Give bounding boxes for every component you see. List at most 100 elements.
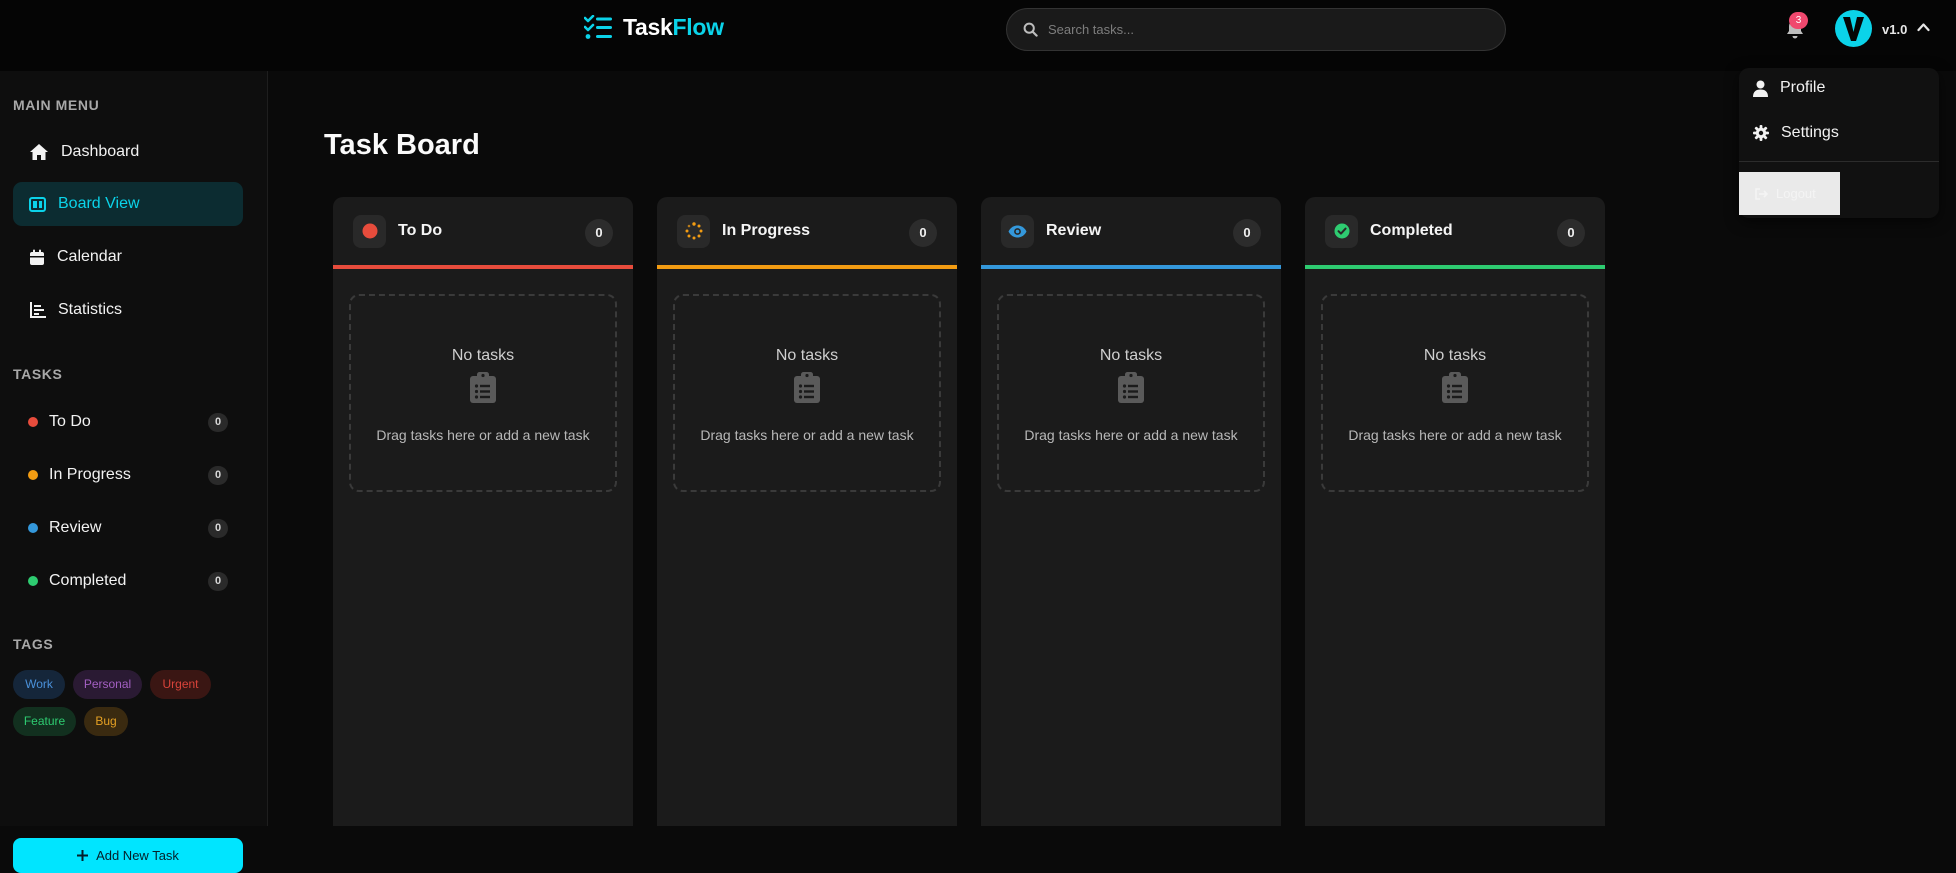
drop-zone[interactable]: No tasks Drag tasks here or add a new ta… <box>349 294 617 492</box>
notification-badge: 3 <box>1789 12 1808 29</box>
add-new-task-button[interactable]: Add New Task <box>13 838 243 873</box>
empty-subtitle: Drag tasks here or add a new task <box>700 427 914 443</box>
menu-item-settings[interactable]: Settings <box>1753 124 1839 142</box>
search-input[interactable] <box>1048 22 1468 37</box>
column-header: Completed 0 <box>1305 197 1605 269</box>
app-name: TaskFlow <box>623 14 724 40</box>
empty-title: No tasks <box>775 347 839 364</box>
task-label: Review <box>49 519 102 536</box>
calendar-icon <box>30 249 44 265</box>
column-count: 0 <box>1233 219 1261 247</box>
task-count: 0 <box>208 413 228 432</box>
empty-title: No tasks <box>451 347 515 364</box>
empty-subtitle: Drag tasks here or add a new task <box>376 427 590 443</box>
menu-label: Logout <box>1776 186 1816 201</box>
search-bar[interactable] <box>1006 8 1506 51</box>
main-menu-heading: MAIN MENU <box>13 97 100 113</box>
logout-icon <box>1755 187 1768 200</box>
tag-bug[interactable]: Bug <box>84 707 128 736</box>
nav-item-board-view[interactable]: Board View <box>13 182 243 226</box>
task-label: In Progress <box>49 466 131 483</box>
menu-item-logout[interactable]: Logout <box>1739 172 1840 215</box>
status-dot <box>28 470 38 480</box>
nav-item-statistics[interactable]: Statistics <box>13 288 243 332</box>
search-icon <box>1023 22 1038 37</box>
clipboard-list-icon <box>1118 372 1144 403</box>
clipboard-list-icon <box>1442 372 1468 403</box>
tag-work[interactable]: Work <box>13 670 65 699</box>
status-dot <box>28 576 38 586</box>
column-header: To Do 0 <box>333 197 633 269</box>
check-circle-icon <box>1334 223 1349 239</box>
nav-item-dashboard[interactable]: Dashboard <box>13 130 243 174</box>
column-todo[interactable]: To Do 0 No tasks Drag tasks here or add … <box>333 197 633 826</box>
top-bar: TaskFlow 3 v1.0 <box>0 0 1956 71</box>
tag-urgent[interactable]: Urgent <box>150 670 211 699</box>
nav-label: Dashboard <box>61 143 140 160</box>
drop-zone[interactable]: No tasks Drag tasks here or add a new ta… <box>673 294 941 492</box>
version-label: v1.0 <box>1882 22 1908 37</box>
task-count: 0 <box>208 466 228 485</box>
task-list-icon <box>584 15 612 39</box>
page-title: Task Board <box>324 129 480 161</box>
empty-title: No tasks <box>1423 347 1487 364</box>
drop-zone[interactable]: No tasks Drag tasks here or add a new ta… <box>1321 294 1589 492</box>
task-label: Completed <box>49 572 127 589</box>
chevron-up-icon[interactable] <box>1917 22 1930 32</box>
column-title: In Progress <box>722 222 811 239</box>
gear-icon <box>1753 125 1769 141</box>
clipboard-list-icon <box>470 372 496 403</box>
home-icon <box>30 144 48 160</box>
column-title: Review <box>1046 222 1102 239</box>
empty-subtitle: Drag tasks here or add a new task <box>1024 427 1238 443</box>
column-count: 0 <box>585 219 613 247</box>
user-icon <box>1753 80 1768 97</box>
menu-item-profile[interactable]: Profile <box>1753 79 1825 97</box>
nav-item-calendar[interactable]: Calendar <box>13 235 243 279</box>
task-count: 0 <box>208 519 228 538</box>
menu-label: Settings <box>1781 124 1839 141</box>
clipboard-list-icon <box>794 372 820 403</box>
column-in-progress[interactable]: In Progress 0 No tasks Drag tasks here o… <box>657 197 957 826</box>
column-completed[interactable]: Completed 0 No tasks Drag tasks here or … <box>1305 197 1605 826</box>
tag-feature[interactable]: Feature <box>13 707 76 736</box>
plus-icon <box>77 850 89 861</box>
nav-label: Board View <box>58 195 140 212</box>
menu-divider <box>1739 161 1939 162</box>
circle-icon <box>362 223 377 239</box>
column-icon-box <box>1001 214 1034 248</box>
drop-zone[interactable]: No tasks Drag tasks here or add a new ta… <box>997 294 1265 492</box>
sidebar: MAIN MENU Dashboard Board View Calendar <box>0 71 268 873</box>
tasks-heading: TASKS <box>13 366 63 382</box>
sidebar-task-completed[interactable]: Completed 0 <box>13 561 228 601</box>
column-header: In Progress 0 <box>657 197 957 269</box>
column-count: 0 <box>909 219 937 247</box>
column-icon-box <box>677 214 710 248</box>
column-icon-box <box>1325 214 1358 248</box>
task-count: 0 <box>208 572 228 591</box>
tags-heading: TAGS <box>13 636 54 652</box>
board-icon <box>29 196 46 212</box>
column-count: 0 <box>1557 219 1585 247</box>
nav-label: Statistics <box>58 301 123 318</box>
status-dot <box>28 523 38 533</box>
column-review[interactable]: Review 0 No tasks Drag tasks here or add… <box>981 197 1281 826</box>
empty-title: No tasks <box>1099 347 1163 364</box>
tag-personal[interactable]: Personal <box>73 670 142 699</box>
sidebar-task-todo[interactable]: To Do 0 <box>13 402 228 442</box>
chart-icon <box>30 302 46 318</box>
nav-label: Calendar <box>57 248 122 265</box>
app-logo[interactable]: TaskFlow <box>584 14 724 41</box>
task-label: To Do <box>49 413 91 430</box>
sidebar-task-in-progress[interactable]: In Progress 0 <box>13 455 228 495</box>
column-title: Completed <box>1370 222 1453 239</box>
menu-label: Profile <box>1780 79 1826 96</box>
spinner-icon <box>685 222 702 240</box>
column-title: To Do <box>398 222 443 239</box>
avatar[interactable] <box>1835 10 1872 47</box>
empty-subtitle: Drag tasks here or add a new task <box>1348 427 1562 443</box>
add-button-label: Add New Task <box>96 848 179 863</box>
sidebar-task-review[interactable]: Review 0 <box>13 508 228 548</box>
user-dropdown-menu: Profile Settings Logout <box>1739 68 1939 218</box>
column-icon-box <box>353 214 386 248</box>
